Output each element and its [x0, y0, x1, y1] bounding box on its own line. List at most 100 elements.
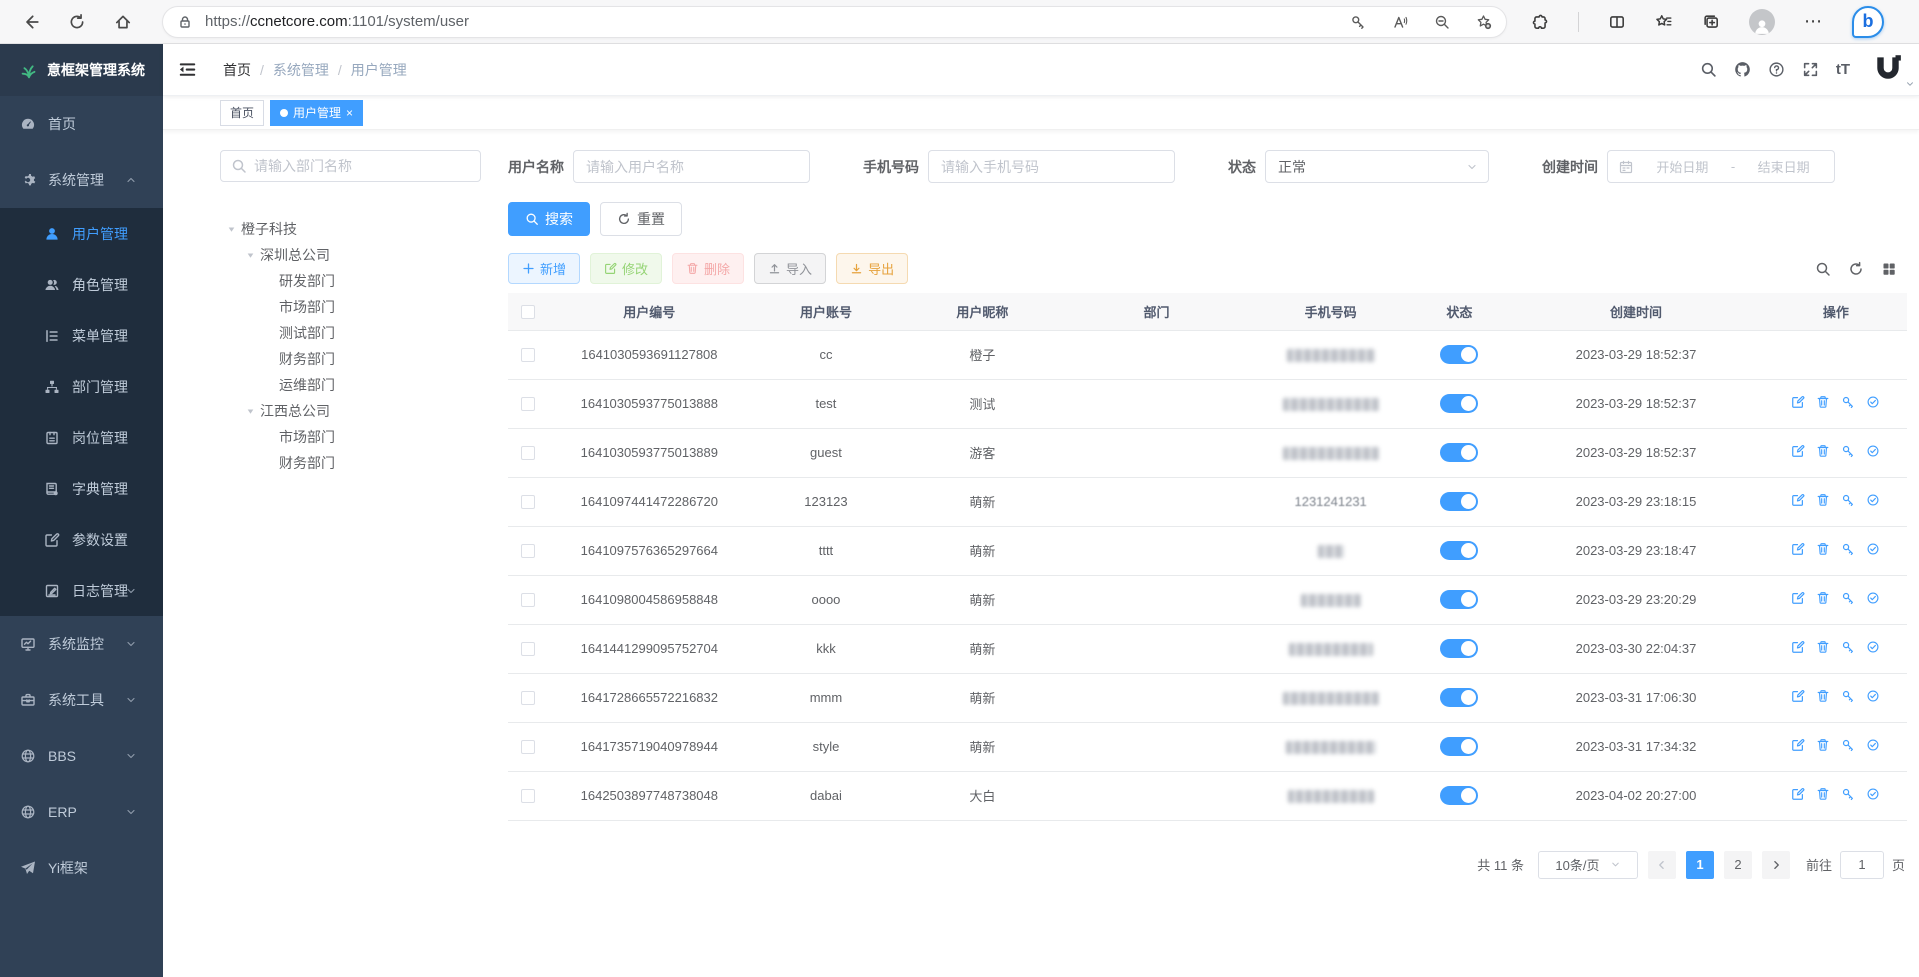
row-checkbox[interactable]	[521, 495, 535, 509]
browser-menu-icon[interactable]: ⋯	[1804, 11, 1823, 32]
status-toggle[interactable]	[1440, 737, 1478, 756]
table-search-icon[interactable]	[1815, 261, 1831, 277]
tree-node-市场部门[interactable]: 市场部门	[220, 424, 481, 450]
reset-password-button[interactable]	[1841, 787, 1855, 801]
sidebar-item-log-mgmt[interactable]: 日志管理	[0, 565, 163, 616]
page-size-select[interactable]: 10条/页	[1538, 851, 1638, 879]
font-size-icon[interactable]: tT	[1836, 61, 1850, 78]
tree-node-财务部门[interactable]: 财务部门	[220, 450, 481, 476]
tree-node-橙子科技[interactable]: 橙子科技	[220, 216, 481, 242]
status-toggle[interactable]	[1440, 688, 1478, 707]
reset-password-button[interactable]	[1841, 689, 1855, 703]
caret-down-icon[interactable]	[246, 407, 255, 416]
sidebar-item-home[interactable]: 首页	[0, 96, 163, 152]
status-toggle[interactable]	[1440, 786, 1478, 805]
split-screen-icon[interactable]	[1608, 13, 1626, 31]
sidebar-item-yi-framework[interactable]: Yi框架	[0, 840, 163, 896]
status-toggle[interactable]	[1440, 345, 1478, 364]
sidebar-item-param-settings[interactable]: 参数设置	[0, 514, 163, 565]
reset-password-button[interactable]	[1841, 591, 1855, 605]
reset-password-button[interactable]	[1841, 444, 1855, 458]
edit-row-button[interactable]	[1791, 640, 1805, 654]
sidebar-item-dept-mgmt[interactable]: 部门管理	[0, 361, 163, 412]
import-button[interactable]: 导入	[754, 253, 826, 284]
caret-down-icon[interactable]	[227, 225, 236, 234]
sidebar-item-erp[interactable]: ERP	[0, 784, 163, 840]
date-range-picker[interactable]: 开始日期 - 结束日期	[1607, 150, 1835, 183]
select-all-checkbox[interactable]	[521, 305, 535, 319]
edit-row-button[interactable]	[1791, 787, 1805, 801]
row-checkbox[interactable]	[521, 789, 535, 803]
tab-用户管理[interactable]: 用户管理×	[270, 100, 363, 126]
caret-down-icon[interactable]	[246, 251, 255, 260]
assign-role-button[interactable]	[1866, 444, 1880, 458]
delete-row-button[interactable]	[1816, 444, 1830, 458]
zoom-out-icon[interactable]	[1434, 14, 1450, 30]
help-icon[interactable]	[1768, 61, 1785, 78]
row-checkbox[interactable]	[521, 691, 535, 705]
row-checkbox[interactable]	[521, 348, 535, 362]
delete-row-button[interactable]	[1816, 640, 1830, 654]
delete-row-button[interactable]	[1816, 689, 1830, 703]
favorites-icon[interactable]	[1655, 13, 1673, 31]
delete-row-button[interactable]	[1816, 738, 1830, 752]
header-search-icon[interactable]	[1700, 61, 1717, 78]
delete-row-button[interactable]	[1816, 787, 1830, 801]
tree-node-运维部门[interactable]: 运维部门	[220, 372, 481, 398]
row-checkbox[interactable]	[521, 397, 535, 411]
reset-password-button[interactable]	[1841, 738, 1855, 752]
table-refresh-icon[interactable]	[1848, 261, 1864, 277]
status-toggle[interactable]	[1440, 541, 1478, 560]
goto-page-input[interactable]	[1840, 851, 1884, 879]
edit-row-button[interactable]	[1791, 395, 1805, 409]
add-favorite-icon[interactable]	[1476, 14, 1492, 30]
sidebar-item-user-mgmt[interactable]: 用户管理	[0, 208, 163, 259]
sidebar-item-system-mgmt[interactable]: 系统管理	[0, 152, 163, 208]
page-button-1[interactable]: 1	[1686, 851, 1714, 879]
sidebar-item-system-tools[interactable]: 系统工具	[0, 672, 163, 728]
status-toggle[interactable]	[1440, 443, 1478, 462]
department-search-input[interactable]	[254, 158, 470, 174]
assign-role-button[interactable]	[1866, 493, 1880, 507]
reset-button[interactable]: 重置	[600, 202, 682, 236]
collections-icon[interactable]	[1702, 13, 1720, 31]
delete-row-button[interactable]	[1816, 395, 1830, 409]
copilot-icon[interactable]: b	[1852, 6, 1884, 38]
export-button[interactable]: 导出	[836, 253, 908, 284]
read-aloud-icon[interactable]	[1392, 14, 1408, 30]
extensions-icon[interactable]	[1531, 13, 1549, 31]
assign-role-button[interactable]	[1866, 591, 1880, 605]
sidebar-item-system-monitor[interactable]: 系统监控	[0, 616, 163, 672]
app-logo[interactable]: 意框架管理系统	[0, 44, 163, 96]
assign-role-button[interactable]	[1866, 738, 1880, 752]
edit-row-button[interactable]	[1791, 591, 1805, 605]
status-toggle[interactable]	[1440, 492, 1478, 511]
user-avatar[interactable]	[1873, 52, 1903, 87]
assign-role-button[interactable]	[1866, 395, 1880, 409]
address-bar[interactable]: https://ccnetcore.com:1101/system/user	[162, 6, 1507, 38]
reset-password-button[interactable]	[1841, 542, 1855, 556]
sidebar-collapse-icon[interactable]	[178, 60, 197, 79]
row-checkbox[interactable]	[521, 740, 535, 754]
edit-row-button[interactable]	[1791, 689, 1805, 703]
edit-row-button[interactable]	[1791, 444, 1805, 458]
url-text[interactable]: https://ccnetcore.com:1101/system/user	[205, 13, 1350, 30]
status-toggle[interactable]	[1440, 590, 1478, 609]
sidebar-item-dict-mgmt[interactable]: 字典管理	[0, 463, 163, 514]
tree-node-研发部门[interactable]: 研发部门	[220, 268, 481, 294]
phone-input[interactable]	[928, 150, 1175, 183]
sidebar-item-bbs[interactable]: BBS	[0, 728, 163, 784]
status-select[interactable]: 正常	[1265, 150, 1489, 183]
password-icon[interactable]	[1350, 14, 1366, 30]
reset-password-button[interactable]	[1841, 493, 1855, 507]
breadcrumb-system[interactable]: 系统管理	[273, 60, 329, 80]
sidebar-item-post-mgmt[interactable]: 岗位管理	[0, 412, 163, 463]
breadcrumb-home[interactable]: 首页	[223, 60, 251, 80]
edit-row-button[interactable]	[1791, 542, 1805, 556]
username-input[interactable]	[573, 150, 810, 183]
tree-node-财务部门[interactable]: 财务部门	[220, 346, 481, 372]
sidebar-item-role-mgmt[interactable]: 角色管理	[0, 259, 163, 310]
fullscreen-icon[interactable]	[1802, 61, 1819, 78]
reset-password-button[interactable]	[1841, 395, 1855, 409]
browser-profile-avatar[interactable]	[1749, 9, 1775, 35]
